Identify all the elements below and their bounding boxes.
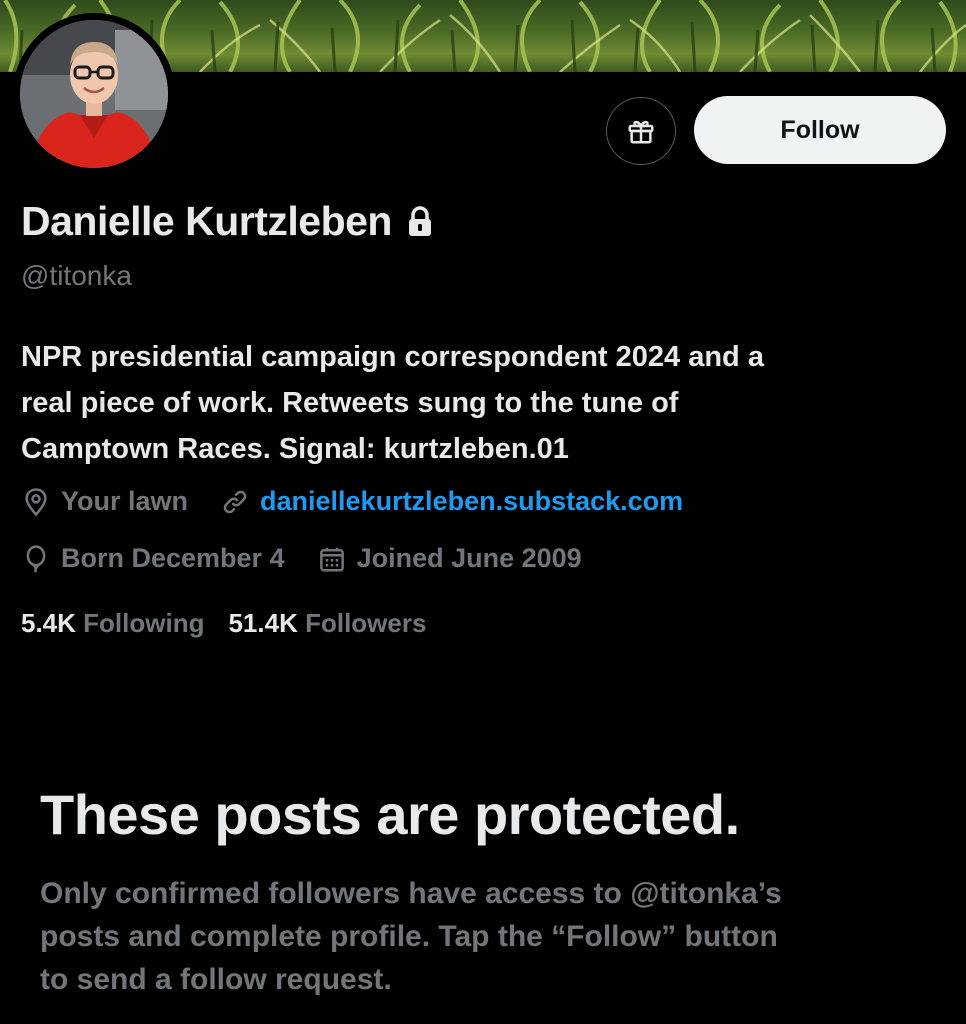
protected-message: Only confirmed followers have access to … [40, 872, 940, 1001]
joined-text: Joined June 2009 [356, 543, 582, 573]
followers-count: 51.4K [228, 608, 306, 638]
following-count: 5.4K [21, 608, 84, 638]
profile-handle: @titonka [21, 260, 132, 291]
following-stat[interactable]: 5.4K Following [21, 608, 204, 639]
profile-stats: 5.4K Following 51.4K Followers [21, 608, 450, 639]
calendar-icon [319, 547, 344, 571]
profile-name-row: Danielle Kurtzleben [21, 198, 434, 245]
protected-message-line: Only confirmed followers have access to … [40, 877, 782, 910]
follow-button[interactable]: Follow [694, 96, 946, 164]
profile-joined: Joined June 2009 [317, 543, 582, 574]
avatar-image [20, 20, 168, 168]
gift-icon [628, 120, 654, 144]
profile-meta-row-2: Born December 4 Joined June 2009 [21, 543, 614, 574]
website-link[interactable]: daniellekurtzleben.substack.com [260, 486, 683, 517]
protected-title: These posts are protected. [40, 783, 740, 846]
bio-line: real piece of work. Retweets sung to the… [21, 387, 679, 419]
link-icon [223, 490, 247, 513]
protected-message-line: posts and complete profile. Tap the “Fol… [40, 920, 778, 953]
location-pin-icon [25, 487, 47, 516]
bio-line: NPR presidential campaign correspondent … [21, 341, 764, 373]
profile-bio: NPR presidential campaign correspondent … [21, 334, 951, 472]
gift-button[interactable] [606, 97, 676, 165]
location-text: Your lawn [61, 486, 189, 516]
profile-website[interactable]: daniellekurtzleben.substack.com [220, 486, 683, 517]
balloon-icon [26, 544, 46, 573]
profile-meta-row-1: Your lawn daniellekurtzleben.substack.co… [21, 486, 715, 517]
followers-label: Followers [305, 608, 427, 638]
avatar[interactable] [13, 13, 175, 175]
profile-birthday: Born December 4 [21, 543, 285, 574]
lock-icon [406, 205, 434, 238]
profile-name: Danielle Kurtzleben [21, 198, 392, 244]
profile-location: Your lawn [21, 486, 188, 517]
followers-stat[interactable]: 51.4K Followers [228, 608, 426, 639]
birthday-text: Born December 4 [61, 543, 285, 573]
protected-message-line: to send a follow request. [40, 963, 392, 996]
following-label: Following [83, 608, 205, 638]
bio-line: Camptown Races. Signal: kurtzleben.01 [21, 433, 569, 465]
